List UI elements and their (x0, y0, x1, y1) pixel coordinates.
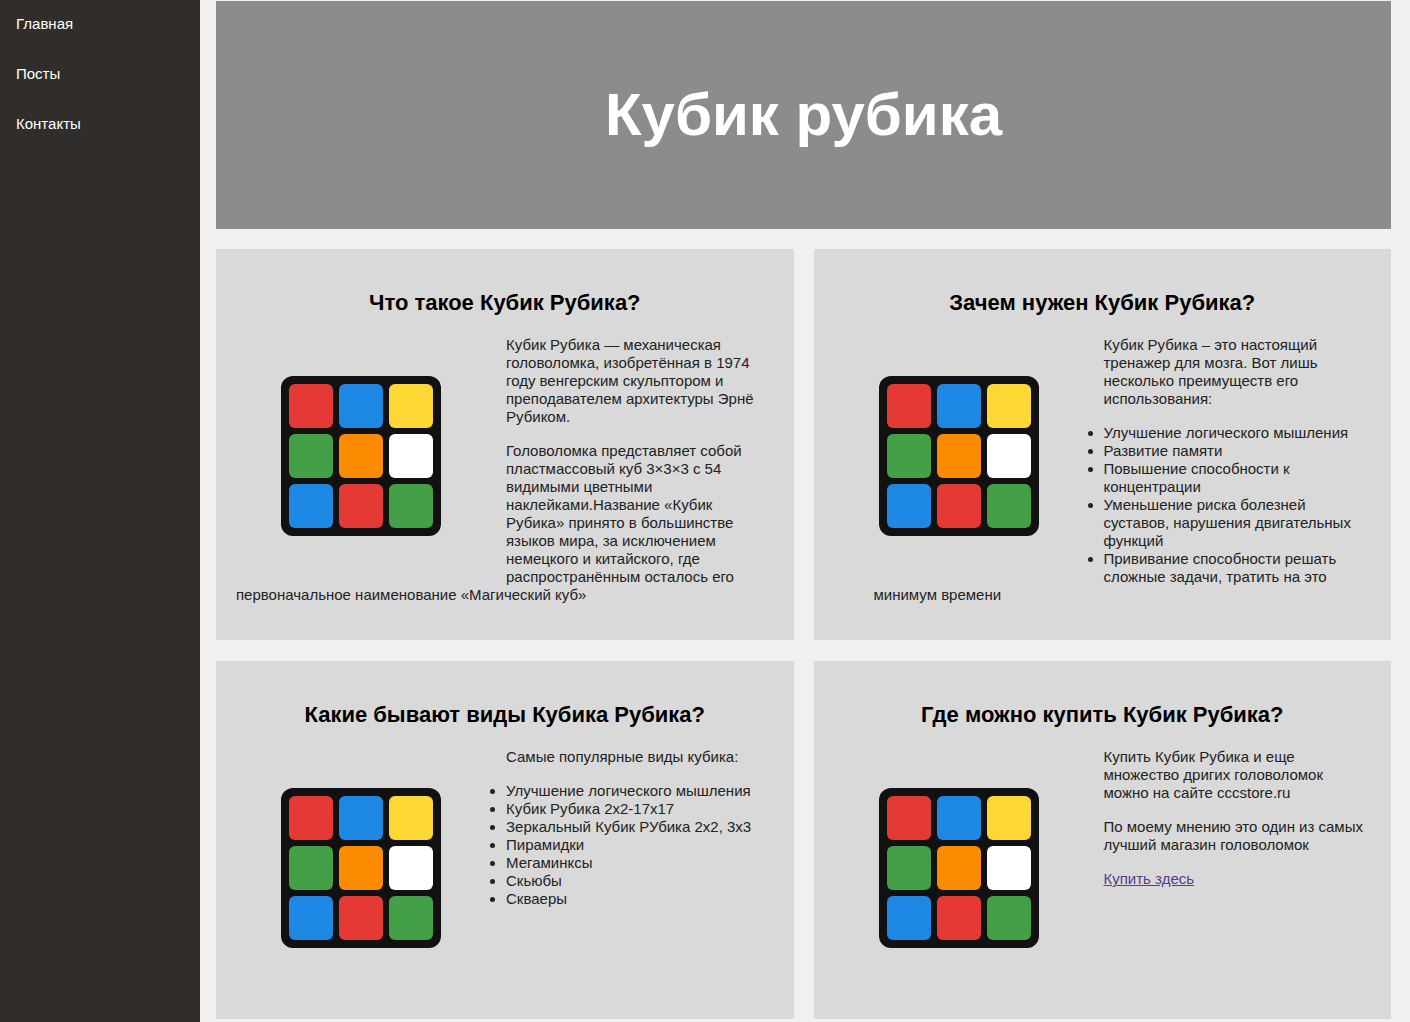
card-title: Какие бывают виды Кубика Рубика? (236, 702, 774, 728)
card-title: Что такое Кубик Рубика? (236, 290, 774, 316)
info-card: Зачем нужен Кубик Рубика? Кубик Рубика – … (814, 249, 1392, 640)
sidebar-item[interactable]: Посты (0, 64, 200, 114)
picture-icon (261, 356, 461, 556)
card-title: Где можно купить Кубик Рубика? (834, 702, 1372, 728)
picture-icon (859, 356, 1059, 556)
info-card: Где можно купить Кубик Рубика? Купить Куб… (814, 661, 1392, 1019)
list-item: Прививание способности решать сложные за… (874, 550, 1372, 604)
sidebar-item[interactable]: Контакты (0, 114, 200, 164)
cards-grid: Что такое Кубик Рубика? Кубик Рубика — ме… (216, 249, 1391, 1019)
card-body: Кубик Рубика — механическая головоломка,… (236, 336, 774, 604)
page-header: Кубик рубика (216, 1, 1391, 229)
card-body: Самые популярные виды кубика:Улучшение л… (236, 748, 774, 908)
page-title: Кубик рубика (605, 80, 1002, 150)
buy-link[interactable]: Купить здесь (1104, 870, 1195, 887)
card-picture (236, 336, 486, 576)
sidebar-item[interactable]: Главная (0, 14, 200, 64)
card-title: Зачем нужен Кубик Рубика? (834, 290, 1372, 316)
picture-icon (261, 768, 461, 968)
card-paragraph: Самые популярные виды кубика: (236, 748, 774, 766)
card-picture (834, 748, 1084, 988)
sidebar: ГлавнаяПостыКонтакты (0, 0, 200, 1022)
info-card: Какие бывают виды Кубика Рубика? Самые по… (216, 661, 794, 1019)
card-picture (834, 336, 1084, 576)
main-content: Кубик рубика Что такое Кубик Рубика? Кубик… (200, 0, 1410, 1022)
info-card: Что такое Кубик Рубика? Кубик Рубика — ме… (216, 249, 794, 640)
card-body: Кубик Рубика – это настоящий тренажер дл… (834, 336, 1372, 604)
card-picture (236, 748, 486, 988)
card-body: Купить Кубик Рубика и еще множество дриг… (834, 748, 1372, 888)
picture-icon (859, 768, 1059, 968)
